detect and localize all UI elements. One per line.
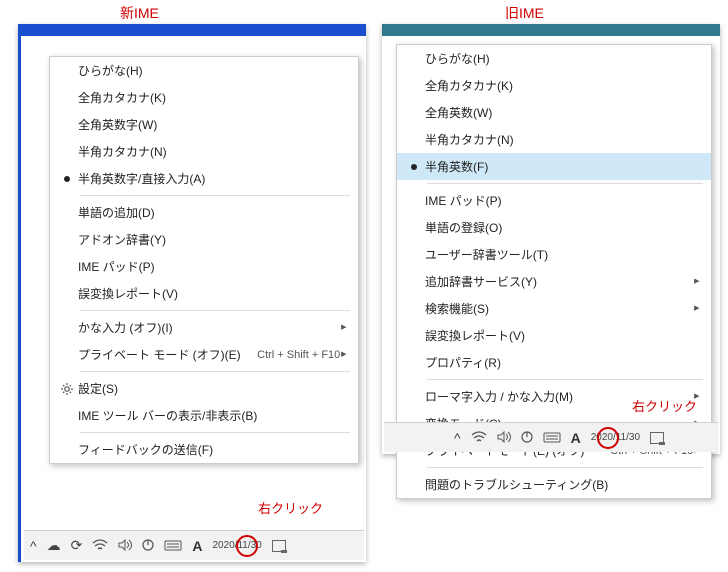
menu-item-label: 検索機能(S)	[425, 300, 693, 317]
clock-date: 2020/11/30	[212, 540, 261, 551]
menu-item-shortcut: Ctrl + Shift + F10	[257, 349, 340, 361]
menu-separator	[80, 432, 350, 433]
wifi-icon[interactable]	[471, 430, 487, 446]
taskbar-clock[interactable]: 2020/11/30	[212, 540, 261, 551]
menu-item-label: 半角英数字/直接入力(A)	[78, 170, 348, 187]
old-ime-menu-item[interactable]: 単語の登録(O)	[397, 214, 711, 241]
bullet-icon	[403, 164, 425, 170]
menu-item-label: アドオン辞書(Y)	[78, 231, 348, 248]
taskbar-clock[interactable]: 2020/11/30	[591, 432, 640, 443]
menu-item-label: 単語の追加(D)	[78, 204, 348, 221]
new-ime-context-menu: ひらがな(H) 全角カタカナ(K) 全角英数字(W) 半角カタカナ(N) 半角英数字/直…	[49, 56, 359, 464]
ime-indicator[interactable]: A	[192, 538, 202, 554]
sync-icon[interactable]: ⟳	[71, 537, 83, 554]
old-ime-menu-item[interactable]: 半角カタカナ(N)	[397, 126, 711, 153]
old-ime-menu-item[interactable]: 追加辞書サービス(Y)▶	[397, 268, 711, 295]
chevron-right-icon: ▶	[694, 305, 699, 313]
old-ime-menu-item[interactable]: 誤変換レポート(V)	[397, 322, 711, 349]
tray-chevron-icon[interactable]: ^	[30, 538, 37, 554]
keyboard-icon[interactable]	[164, 538, 182, 554]
new-ime-menu-item[interactable]: 半角カタカナ(N)	[50, 138, 358, 165]
old-ime-taskbar: ^ A 2020/11/30	[384, 422, 718, 452]
old-ime-menu-item[interactable]: 全角カタカナ(K)	[397, 72, 711, 99]
menu-item-label: ユーザー辞書ツール(T)	[425, 246, 701, 263]
new-ime-menu-item[interactable]: ひらがな(H)	[50, 57, 358, 84]
menu-item-label: ひらがな(H)	[425, 50, 701, 67]
menu-item-label: 全角英数字(W)	[78, 116, 348, 133]
old-ime-menu-item[interactable]: ひらがな(H)	[397, 45, 711, 72]
menu-separator	[80, 371, 350, 372]
new-ime-menu-item[interactable]: プライベート モード (オフ)(E) Ctrl + Shift + F10▶	[50, 341, 358, 368]
old-ime-menu-item[interactable]: 検索機能(S)▶	[397, 295, 711, 322]
title-new-ime: 新IME	[120, 3, 159, 23]
menu-item-label: IME パッド(P)	[78, 258, 348, 275]
old-ime-menu-item[interactable]: 全角英数(W)	[397, 99, 711, 126]
menu-item-label: 問題のトラブルシューティング(B)	[425, 476, 701, 493]
bullet-icon	[56, 176, 78, 182]
new-ime-menu-item[interactable]: IME ツール バーの表示/非表示(B)	[50, 402, 358, 429]
menu-item-label: ひらがな(H)	[78, 62, 348, 79]
tray-chevron-icon[interactable]: ^	[454, 430, 461, 446]
old-ime-menu-item[interactable]: IME パッド(P)	[397, 187, 711, 214]
annotation-right-click-right: 右クリック	[632, 396, 697, 415]
new-ime-menu-item[interactable]: 単語の追加(D)	[50, 199, 358, 226]
title-old-ime: 旧IME	[505, 3, 544, 23]
new-ime-taskbar: ^ ☁ ⟳ A 2020/11/30	[24, 530, 364, 560]
menu-item-label: 設定(S)	[78, 380, 348, 397]
new-ime-menu-item[interactable]: 全角英数字(W)	[50, 111, 358, 138]
menu-item-label: 単語の登録(O)	[425, 219, 701, 236]
old-ime-menu-item[interactable]: ユーザー辞書ツール(T)	[397, 241, 711, 268]
annotation-right-click-left: 右クリック	[258, 498, 323, 517]
chevron-right-icon: ▶	[341, 351, 346, 359]
menu-item-label: 半角カタカナ(N)	[425, 131, 701, 148]
menu-separator	[427, 467, 703, 468]
menu-separator	[427, 379, 703, 380]
menu-item-label: 半角カタカナ(N)	[78, 143, 348, 160]
menu-item-label: 誤変換レポート(V)	[78, 285, 348, 302]
notification-icon[interactable]	[650, 432, 664, 444]
power-icon[interactable]	[521, 430, 533, 446]
menu-separator	[80, 195, 350, 196]
menu-separator	[80, 310, 350, 311]
keyboard-icon[interactable]	[543, 430, 561, 446]
power-icon[interactable]	[142, 538, 154, 554]
menu-item-label: かな入力 (オフ)(I)	[78, 319, 340, 336]
menu-item-label: 追加辞書サービス(Y)	[425, 273, 693, 290]
menu-item-label: 全角英数(W)	[425, 104, 701, 121]
menu-item-label: IME パッド(P)	[425, 192, 701, 209]
new-ime-menu-item[interactable]: かな入力 (オフ)(I)▶	[50, 314, 358, 341]
notification-icon[interactable]	[272, 540, 286, 552]
menu-item-label: 半角英数(F)	[425, 158, 701, 175]
menu-item-label: 全角カタカナ(K)	[78, 89, 348, 106]
wifi-icon[interactable]	[92, 538, 108, 554]
menu-item-label: フィードバックの送信(F)	[78, 441, 348, 458]
chevron-right-icon: ▶	[341, 324, 346, 332]
new-ime-menu-item[interactable]: 設定(S)	[50, 375, 358, 402]
new-ime-menu-item[interactable]: 半角英数字/直接入力(A)	[50, 165, 358, 192]
gear-icon	[56, 383, 78, 395]
old-ime-menu-item[interactable]: プロパティ(R)	[397, 349, 711, 376]
new-ime-menu-item[interactable]: アドオン辞書(Y)	[50, 226, 358, 253]
speaker-icon[interactable]	[118, 538, 132, 554]
menu-item-label: IME ツール バーの表示/非表示(B)	[78, 407, 348, 424]
ime-indicator[interactable]: A	[571, 430, 581, 446]
new-ime-menu-item[interactable]: IME パッド(P)	[50, 253, 358, 280]
menu-item-label: プライベート モード (オフ)(E)	[78, 346, 241, 363]
old-ime-frame: ひらがな(H) 全角カタカナ(K) 全角英数(W) 半角カタカナ(N) 半角英数(F) I…	[382, 24, 720, 454]
menu-item-label: 全角カタカナ(K)	[425, 77, 701, 94]
chevron-right-icon: ▶	[694, 278, 699, 286]
new-ime-frame: ひらがな(H) 全角カタカナ(K) 全角英数字(W) 半角カタカナ(N) 半角英数字/直…	[18, 24, 366, 562]
new-ime-menu-item[interactable]: フィードバックの送信(F)	[50, 436, 358, 463]
old-ime-menu-item[interactable]: 問題のトラブルシューティング(B)	[397, 471, 711, 498]
menu-item-label: プロパティ(R)	[425, 354, 701, 371]
menu-separator	[427, 183, 703, 184]
menu-item-label: 誤変換レポート(V)	[425, 327, 701, 344]
clock-date: 2020/11/30	[591, 432, 640, 443]
speaker-icon[interactable]	[497, 430, 511, 446]
old-ime-menu-item[interactable]: 半角英数(F)	[397, 153, 711, 180]
new-ime-menu-item[interactable]: 全角カタカナ(K)	[50, 84, 358, 111]
new-ime-menu-item[interactable]: 誤変換レポート(V)	[50, 280, 358, 307]
cloud-icon[interactable]: ☁	[47, 537, 61, 554]
